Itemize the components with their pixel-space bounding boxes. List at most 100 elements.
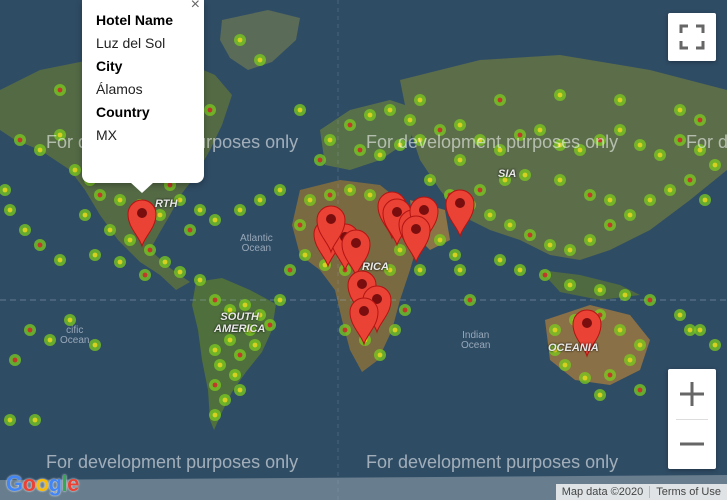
continent-label-south-america: SOUTH AMERICA (214, 311, 266, 335)
heatmap-point (34, 239, 46, 251)
heatmap-point (604, 194, 616, 206)
heatmap-point (634, 339, 646, 351)
ocean-label-indian: Indian Ocean (461, 330, 491, 351)
watermark-text: For development purposes only (686, 132, 727, 152)
heatmap-point (364, 109, 376, 121)
heatmap-point (604, 219, 616, 231)
heatmap-point (4, 414, 16, 426)
heatmap-point (484, 209, 496, 221)
heatmap-point (559, 359, 571, 371)
heatmap-point (234, 204, 246, 216)
heatmap-point (34, 144, 46, 156)
heatmap-point (374, 349, 386, 361)
heatmap-point (124, 234, 136, 246)
heatmap-point (494, 94, 506, 106)
heatmap-point (184, 224, 196, 236)
heatmap-point (384, 104, 396, 116)
heatmap-point (254, 54, 266, 66)
heatmap-point (324, 189, 336, 201)
continent-label-oceania: OCEANIA (548, 342, 599, 354)
logo-letter: G (6, 471, 23, 496)
heatmap-point (174, 266, 186, 278)
heatmap-point (24, 324, 36, 336)
heatmap-point (394, 244, 406, 256)
heatmap-point (209, 379, 221, 391)
google-logo[interactable]: Google (6, 471, 79, 497)
zoom-control (668, 369, 716, 469)
heatmap-point (44, 334, 56, 346)
heatmap-point (239, 299, 251, 311)
heatmap-point (674, 104, 686, 116)
heatmap-point (684, 174, 696, 186)
plus-icon (680, 382, 704, 406)
heatmap-point (454, 119, 466, 131)
fullscreen-button[interactable] (668, 13, 716, 61)
close-icon[interactable]: × (191, 0, 200, 14)
heatmap-point (554, 174, 566, 186)
heatmap-point (194, 204, 206, 216)
heatmap-point (674, 134, 686, 146)
heatmap-point (324, 134, 336, 146)
zoom-out-button[interactable] (668, 419, 716, 469)
heatmap-point (594, 284, 606, 296)
continent-label-asia: SIA (498, 168, 517, 180)
heatmap-point (554, 89, 566, 101)
ocean-label-atlantic: Atlantic Ocean (240, 233, 273, 254)
heatmap-point (209, 409, 221, 421)
heatmap-point (549, 324, 561, 336)
heatmap-point (339, 324, 351, 336)
heatmap-point (634, 139, 646, 151)
logo-letter: o (35, 471, 49, 496)
heatmap-point (254, 194, 266, 206)
hotel-name-value: Luz del Sol (96, 35, 166, 51)
heatmap-point (654, 149, 666, 161)
heatmap-point (519, 169, 531, 181)
fullscreen-icon (679, 24, 705, 50)
heatmap-point (209, 344, 221, 356)
attribution-bar: Map data ©2020 Terms of Use (555, 484, 727, 500)
heatmap-point (684, 324, 696, 336)
heatmap-point (19, 224, 31, 236)
heatmap-point (209, 294, 221, 306)
heatmap-point (364, 189, 376, 201)
heatmap-point (264, 319, 276, 331)
heatmap-point (424, 174, 436, 186)
watermark-text: For development purposes only (366, 452, 619, 472)
heatmap-point (54, 254, 66, 266)
heatmap-point (694, 114, 706, 126)
logo-letter: e (67, 471, 79, 496)
heatmap-point (354, 144, 366, 156)
terms-of-use-link[interactable]: Terms of Use (649, 486, 727, 498)
heatmap-point (94, 189, 106, 201)
heatmap-point (219, 394, 231, 406)
heatmap-point (9, 354, 21, 366)
zoom-in-button[interactable] (668, 369, 716, 419)
heatmap-point (664, 184, 676, 196)
heatmap-point (89, 339, 101, 351)
heatmap-point (494, 254, 506, 266)
heatmap-point (284, 264, 296, 276)
heatmap-point (544, 239, 556, 251)
ocean-label-pacific: cific Ocean (60, 325, 90, 346)
city-value: Álamos (96, 81, 143, 97)
heatmap-point (454, 264, 466, 276)
heatmap-point (614, 324, 626, 336)
heatmap-point (224, 334, 236, 346)
heatmap-point (579, 372, 591, 384)
heatmap-point (644, 194, 656, 206)
heatmap-point (114, 194, 126, 206)
map-canvas[interactable]: For development purposes only For develo… (0, 0, 727, 500)
heatmap-point (624, 209, 636, 221)
heatmap-point (114, 256, 126, 268)
logo-letter: o (22, 471, 36, 496)
heatmap-point (564, 244, 576, 256)
heatmap-point (54, 84, 66, 96)
heatmap-point (634, 384, 646, 396)
heatmap-point (234, 349, 246, 361)
heatmap-point (674, 309, 686, 321)
heatmap-point (474, 184, 486, 196)
continent-label-north-america: RTH (155, 198, 178, 210)
heatmap-point (454, 154, 466, 166)
logo-letter: g (48, 471, 62, 496)
heatmap-point (399, 304, 411, 316)
